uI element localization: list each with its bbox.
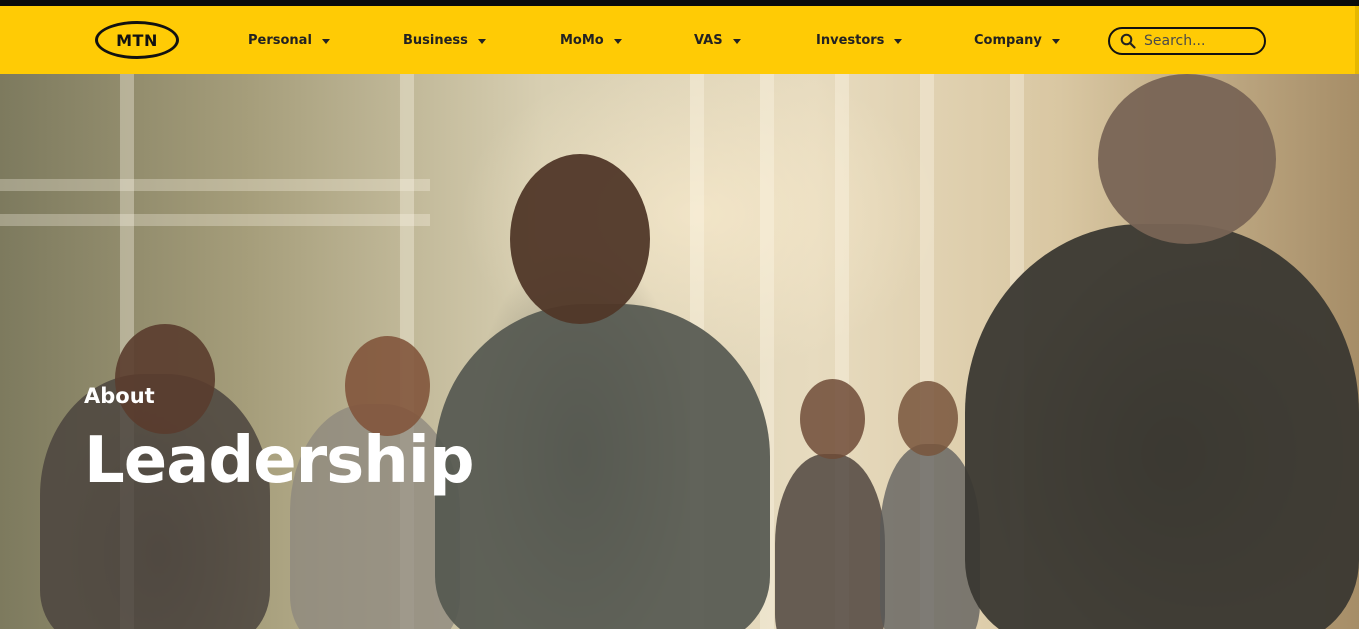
page-title: Leadership: [84, 424, 475, 498]
nav-item-investors[interactable]: Investors: [816, 30, 903, 50]
nav-item-label: MoMo: [560, 32, 604, 48]
hero-banner: About Leadership: [0, 74, 1359, 629]
search-box[interactable]: [1108, 27, 1266, 55]
nav-item-label: Personal: [248, 32, 312, 48]
chevron-down-icon: [613, 38, 622, 44]
chevron-down-icon: [1051, 38, 1060, 44]
nav-item-label: Investors: [816, 32, 885, 48]
chevron-down-icon: [732, 38, 741, 44]
main-navbar: MTN Personal Business MoMo VAS Investors…: [0, 6, 1359, 74]
mtn-logo[interactable]: MTN: [95, 21, 179, 59]
nav-item-personal[interactable]: Personal: [248, 30, 330, 50]
hero-kicker: About: [84, 384, 155, 408]
nav-item-vas[interactable]: VAS: [694, 30, 741, 50]
search-input[interactable]: [1144, 33, 1254, 49]
nav-item-momo[interactable]: MoMo: [560, 30, 622, 50]
hero-background-photo: [0, 74, 1359, 629]
nav-item-label: VAS: [694, 32, 723, 48]
nav-item-label: Business: [403, 32, 468, 48]
nav-item-business[interactable]: Business: [403, 30, 486, 50]
chevron-down-icon: [894, 38, 903, 44]
nav-item-label: Company: [974, 32, 1042, 48]
search-icon[interactable]: [1120, 33, 1136, 49]
nav-item-company[interactable]: Company: [974, 30, 1060, 50]
chevron-down-icon: [477, 38, 486, 44]
chevron-down-icon: [321, 38, 330, 44]
